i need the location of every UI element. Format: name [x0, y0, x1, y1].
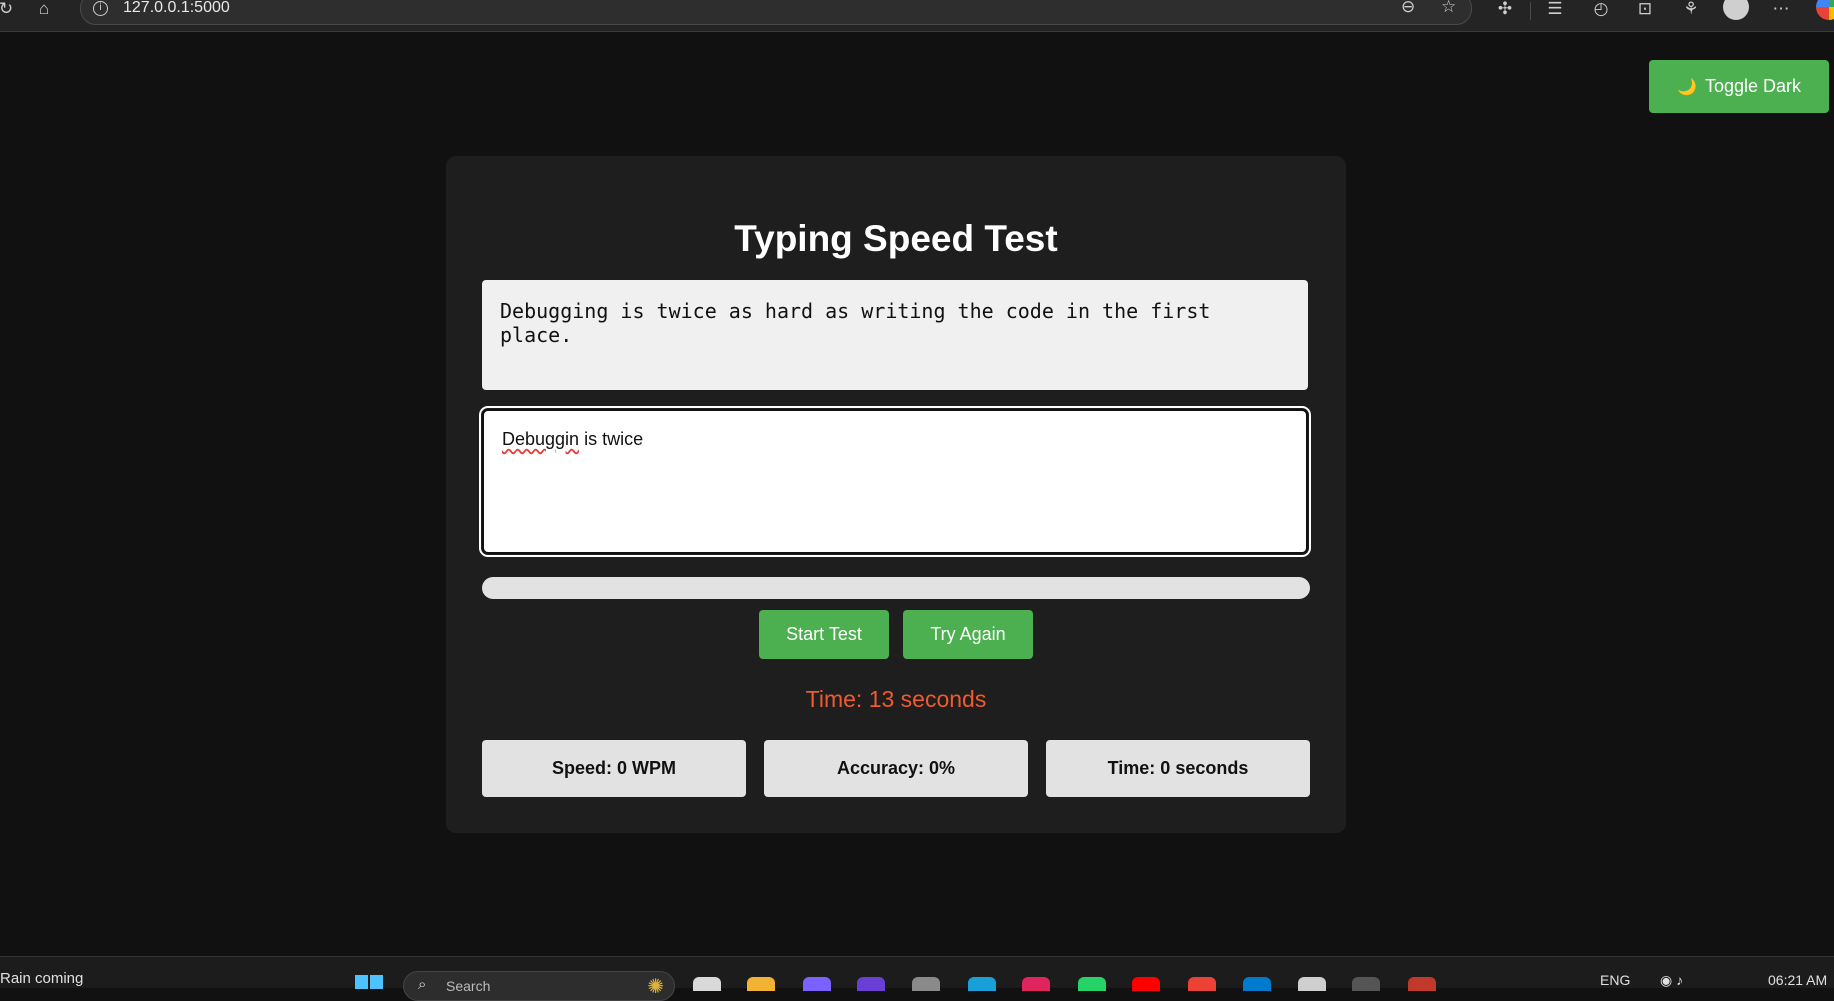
profile-icon[interactable]: [1723, 0, 1749, 20]
copilot-icon[interactable]: ⚘: [1676, 0, 1706, 20]
toggle-dark-label: Toggle Dark: [1704, 76, 1801, 96]
visual-studio-icon[interactable]: [857, 977, 885, 991]
chrome-icon[interactable]: [1188, 977, 1216, 991]
file-app-icon[interactable]: [693, 977, 721, 991]
favorite-star-icon[interactable]: ☆: [1441, 0, 1456, 17]
folder-icon[interactable]: [747, 977, 775, 991]
refresh-icon[interactable]: ↻: [0, 0, 22, 20]
taskbar-search[interactable]: ⌕ Search ✺: [403, 971, 675, 1001]
toggle-dark-button[interactable]: 🌙 Toggle Dark: [1649, 60, 1829, 113]
history-icon[interactable]: ◴: [1586, 0, 1616, 20]
home-icon[interactable]: ⌂: [28, 0, 60, 20]
app-badge-icon[interactable]: [1408, 977, 1436, 991]
moon-icon: 🌙: [1677, 78, 1697, 96]
page-title: Typing Speed Test: [734, 218, 1058, 259]
extensions-icon[interactable]: ✣: [1490, 0, 1520, 20]
browser-toolbar: ↻ ⌂ i 127.0.0.1:5000 ⊖ ☆ ✣ ☰ ◴ ⊡ ⚘ ⋯: [0, 0, 1834, 32]
search-highlight-icon: ✺: [647, 976, 664, 998]
screenshot-icon[interactable]: ⊡: [1630, 0, 1660, 20]
whatsapp-icon[interactable]: [1078, 977, 1106, 991]
time-stat: Time: 0 seconds: [1046, 740, 1310, 797]
countdown-timer: Time: 13 seconds: [805, 686, 987, 712]
accuracy-stat: Accuracy: 0%: [764, 740, 1028, 797]
start-test-button[interactable]: Start Test: [759, 610, 889, 659]
browser-logo-icon[interactable]: [1816, 0, 1834, 20]
more-icon[interactable]: ⋯: [1766, 0, 1796, 20]
youtube-icon[interactable]: [1132, 977, 1160, 991]
typing-input[interactable]: Debuggin is twice: [479, 406, 1311, 557]
quote-display: Debugging is twice as hard as writing th…: [482, 280, 1308, 390]
quote-text: Debugging is twice as hard as writing th…: [500, 299, 1211, 347]
taskbar: Rain coming ⌕ Search ✺ ENG ◉ ♪ 06:21 AM: [0, 956, 1834, 1001]
copilot-app-icon[interactable]: [803, 977, 831, 991]
network-sound-icon[interactable]: ◉ ♪: [1660, 972, 1683, 989]
search-placeholder: Search: [446, 978, 491, 994]
info-icon[interactable]: i: [93, 1, 108, 16]
windows-start-icon[interactable]: [355, 975, 383, 989]
typed-text: is twice: [579, 429, 644, 449]
language-indicator[interactable]: ENG: [1600, 972, 1630, 988]
weather-widget[interactable]: Rain coming: [0, 970, 83, 987]
chatgpt-icon[interactable]: [1298, 977, 1326, 991]
zoom-out-icon[interactable]: ⊖: [1401, 0, 1415, 17]
typing-test-card: Typing Speed Test Debugging is twice as …: [446, 156, 1346, 833]
edge-icon[interactable]: [968, 977, 996, 991]
address-bar[interactable]: i 127.0.0.1:5000 ⊖ ☆: [80, 0, 1472, 25]
favorites-icon[interactable]: ☰: [1540, 0, 1570, 20]
terminal-icon[interactable]: [1352, 977, 1380, 991]
speed-stat: Speed: 0 WPM: [482, 740, 746, 797]
url-text[interactable]: 127.0.0.1:5000: [123, 0, 230, 17]
vscode-icon[interactable]: [1243, 977, 1271, 991]
progress-bar: [482, 577, 1310, 599]
try-again-button[interactable]: Try Again: [903, 610, 1033, 659]
clock[interactable]: 06:21 AM: [1768, 972, 1827, 988]
music-app-icon[interactable]: [1022, 977, 1050, 991]
toolbar-divider: [1530, 2, 1531, 20]
search-icon: ⌕: [418, 976, 427, 993]
settings-icon[interactable]: [912, 977, 940, 991]
misspelled-word: Debuggin: [502, 429, 580, 449]
